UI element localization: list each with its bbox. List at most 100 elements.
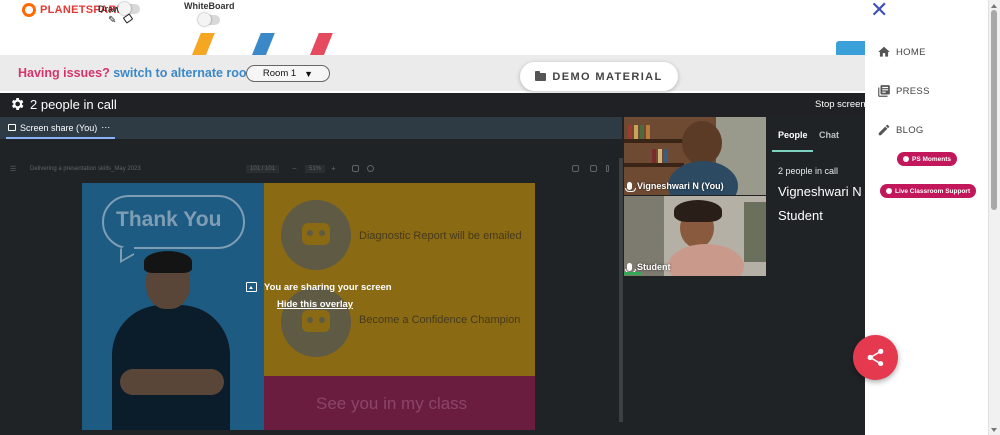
scroll-up-icon[interactable] (991, 1, 997, 8)
slide-line-2: Become a Confidence Champion (359, 314, 521, 326)
presenter-body (112, 305, 230, 430)
book (634, 125, 638, 139)
sidebar-item-label: PRESS (896, 85, 930, 97)
sidebar-item-blog[interactable]: BLOG (877, 123, 924, 137)
book (640, 125, 644, 139)
stop-screen-button[interactable]: Stop screen (815, 99, 866, 110)
people-count: 2 people in call (778, 166, 839, 176)
plant-background (744, 202, 766, 262)
see-you-text: See you in my class (316, 394, 468, 413)
participant-body (668, 244, 744, 276)
thank-you-text: Thank You (116, 208, 222, 231)
robot-icon (302, 223, 330, 245)
decorative-stripe-red (309, 33, 333, 57)
book (652, 149, 656, 163)
gear-icon[interactable] (9, 96, 25, 112)
sidebar-item-press[interactable]: PRESS (877, 84, 930, 98)
page-scrollbar-thumb[interactable] (991, 10, 997, 210)
present-icon (8, 124, 16, 131)
pencil-icon (878, 124, 890, 136)
whiteboard-label: WhiteBoard (184, 1, 235, 11)
slide-scrollbar[interactable] (619, 158, 623, 422)
decorative-stripe-blue (251, 33, 275, 57)
close-circle-icon (886, 185, 892, 194)
more-options-icon[interactable]: ⋯ (101, 122, 110, 133)
draw-label: Draw (98, 4, 121, 14)
participant-entry[interactable]: Vigneshwari N ( (778, 184, 865, 199)
close-circle-icon (903, 153, 909, 162)
room-select-value: Room 1 (262, 68, 297, 79)
slide-line-1: Diagnostic Report will be emailed (359, 230, 522, 242)
participant-hair (674, 200, 722, 222)
tab-people[interactable]: People (778, 130, 808, 140)
screen-share-tab-label: Screen share (You) (20, 122, 98, 133)
screen-share-icon (246, 282, 257, 292)
participant-name: Student (637, 262, 671, 272)
pencil-icon[interactable]: ✎ (108, 15, 116, 26)
folder-icon (535, 70, 547, 81)
zoom-in-button[interactable]: + (331, 164, 336, 173)
book (646, 125, 650, 139)
scroll-down-icon[interactable] (991, 428, 997, 435)
planetspark-logo-icon (22, 3, 36, 17)
book (664, 149, 668, 163)
ps-moments-label: PS Moments (912, 155, 952, 163)
participant-name: Vigneshwari N (You) (637, 181, 724, 191)
sidebar-item-label: BLOG (896, 124, 924, 136)
mic-icon (625, 182, 636, 192)
share-fab-button[interactable] (853, 335, 898, 380)
book (658, 149, 662, 163)
home-icon (878, 46, 890, 57)
active-tab-indicator (772, 150, 813, 152)
zoom-level[interactable]: 51% (305, 165, 326, 173)
live-support-label: Live Classroom Support (895, 187, 971, 195)
zoom-out-button[interactable]: − (292, 164, 297, 173)
speaking-indicator (624, 272, 642, 275)
participant-entry[interactable]: Student (778, 208, 823, 223)
mic-icon (625, 263, 636, 273)
issues-text: Having issues? switch to alternate room (18, 66, 258, 80)
room-select[interactable]: Room 1 ▼ (246, 65, 330, 82)
meet-header: 2 people in call Stop screen (0, 93, 866, 117)
tile-label: Vigneshwari N (You) (625, 181, 724, 192)
close-icon[interactable]: ✕ (870, 0, 888, 23)
demo-material-button[interactable]: DEMO MATERIAL (520, 62, 678, 91)
tab-chat[interactable]: Chat (819, 130, 839, 140)
people-panel: People Chat 2 people in call Vigneshwari… (767, 117, 865, 435)
demo-material-label: DEMO MATERIAL (552, 70, 663, 83)
more-vert-icon[interactable] (606, 165, 609, 172)
screen-share-tab[interactable]: Screen share (You) ⋯ (8, 122, 110, 133)
hide-overlay-link[interactable]: Hide this overlay (277, 299, 353, 310)
video-tile-self[interactable]: Vigneshwari N (You) (624, 117, 766, 195)
live-support-button[interactable]: Live Classroom Support (880, 184, 977, 198)
download-icon[interactable] (572, 165, 579, 172)
newspaper-icon (878, 85, 890, 97)
book (628, 125, 632, 139)
decorative-stripe-yellow (191, 33, 215, 57)
issues-question: Having issues? (18, 66, 110, 80)
rotate-icon[interactable] (367, 165, 374, 172)
sidebar-item-label: HOME (896, 46, 926, 58)
bookshelf (624, 163, 684, 167)
print-icon[interactable] (590, 165, 597, 172)
presenter-hair (144, 251, 192, 273)
video-tile-student[interactable]: Student (624, 196, 766, 276)
call-title: 2 people in call (30, 97, 117, 112)
whiteboard-toggle[interactable] (198, 13, 220, 26)
slide-doc-title: Delivering a presentation skills_May 202… (30, 166, 141, 172)
robot-icon (302, 310, 330, 332)
share-icon (867, 348, 884, 367)
fit-page-icon[interactable] (352, 165, 359, 172)
participant-face (682, 121, 722, 165)
active-tab-indicator (6, 137, 115, 139)
menu-icon[interactable]: ☰ (10, 165, 16, 173)
switch-room-link[interactable]: switch to alternate room (113, 66, 257, 80)
bookshelf (624, 139, 684, 143)
slide-page-indicator[interactable]: 101 / 101 (246, 165, 280, 173)
tile-label: Student (625, 262, 671, 273)
sharing-message: You are sharing your screen (264, 282, 392, 293)
caret-down-icon: ▼ (304, 68, 314, 79)
ps-moments-button[interactable]: PS Moments (897, 152, 958, 166)
sidebar-item-home[interactable]: HOME (877, 45, 926, 59)
presenter-arms (120, 369, 224, 395)
